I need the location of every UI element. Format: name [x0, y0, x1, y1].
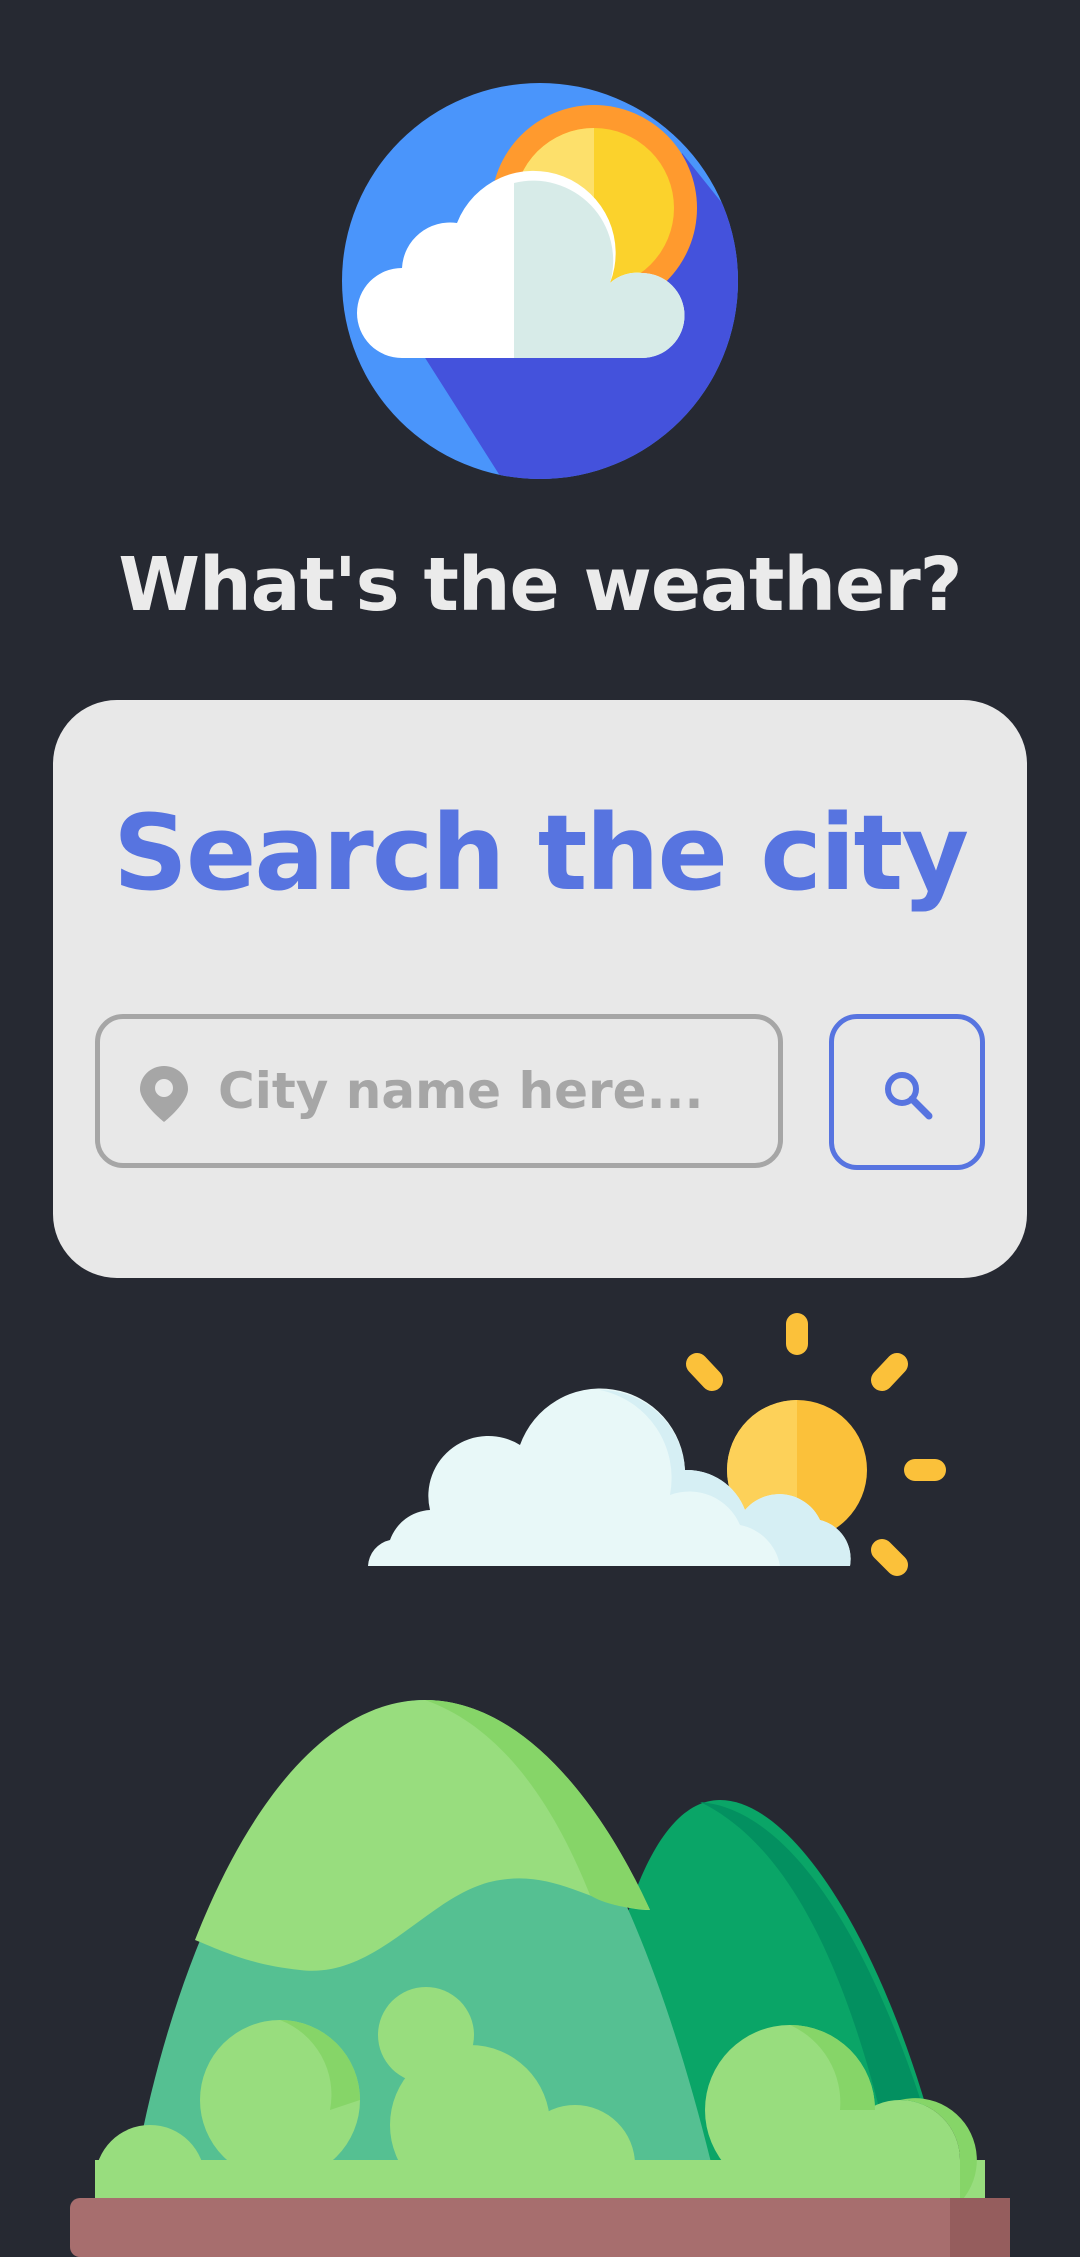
search-card-title: Search the city: [112, 792, 969, 914]
search-button[interactable]: [829, 1014, 985, 1170]
city-name-input[interactable]: [218, 1019, 763, 1163]
app-title: What's the weather?: [118, 542, 962, 628]
sun-behind-cloud-icon: [368, 1313, 946, 1576]
city-search-field[interactable]: [95, 1014, 783, 1168]
green-mountains-illustration: [70, 1700, 1010, 2257]
search-card: Search the city: [53, 700, 1027, 1278]
search-icon: [885, 1072, 933, 1120]
weather-logo-icon: [342, 83, 738, 479]
location-pin-icon: [140, 1066, 188, 1122]
